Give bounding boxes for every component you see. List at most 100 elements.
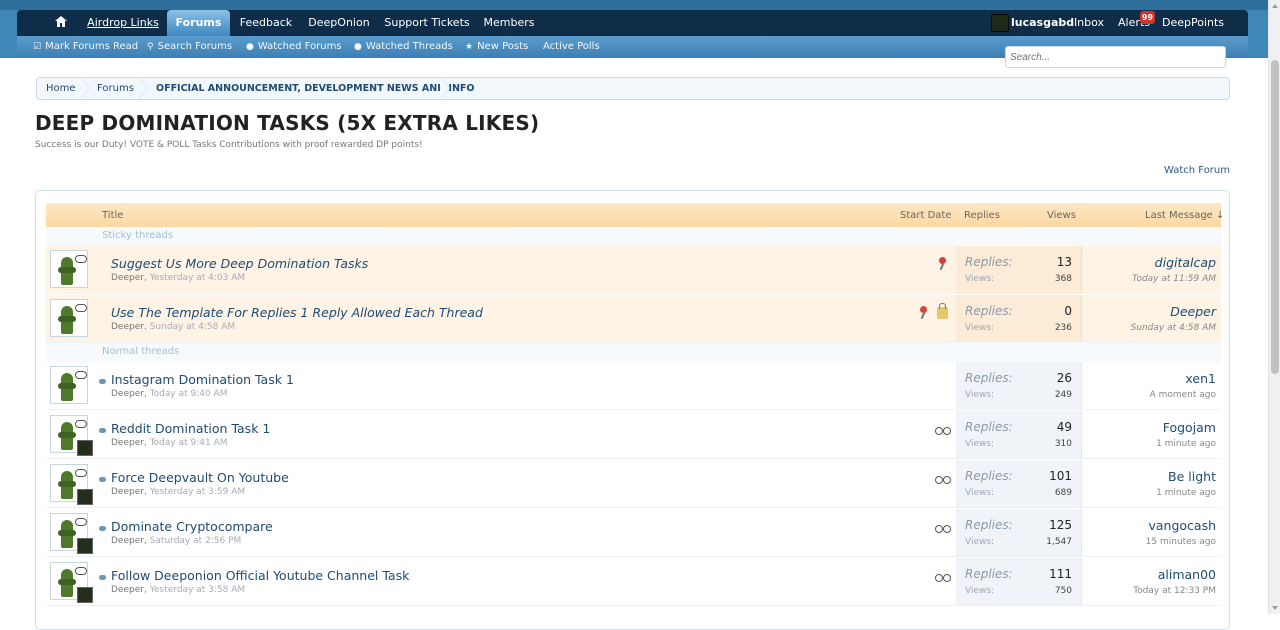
last-post-time[interactable]: Today at 12:33 PM bbox=[1133, 586, 1216, 596]
last-poster-avatar[interactable] bbox=[77, 538, 93, 554]
table-row[interactable]: Use The Template For Replies 1 Reply All… bbox=[46, 295, 1221, 343]
last-poster-avatar[interactable] bbox=[77, 489, 93, 505]
home-tab[interactable] bbox=[45, 10, 75, 36]
user-avatar[interactable] bbox=[991, 14, 1009, 32]
table-row[interactable]: Follow Deeponion Official Youtube Channe… bbox=[46, 558, 1221, 606]
thread-meta: Deeper, Yesterday at 3:59 AM bbox=[111, 487, 246, 497]
thread-title[interactable]: Force Deepvault On Youtube bbox=[111, 470, 289, 485]
scrollbar-thumb[interactable] bbox=[1271, 60, 1279, 374]
views-count: 310 bbox=[1054, 439, 1072, 449]
thread-author[interactable]: Deeper bbox=[111, 438, 144, 448]
mark-forums-read-link[interactable]: ☑ Mark Forums Read bbox=[33, 36, 138, 58]
tab-support-tickets[interactable]: Support Tickets bbox=[384, 10, 470, 36]
last-post-time[interactable]: Sunday at 4:58 AM bbox=[1131, 323, 1216, 333]
main-nav: Airdrop Links Forums Feedback DeepOnion … bbox=[17, 10, 1248, 36]
avatar[interactable] bbox=[50, 250, 88, 288]
last-poster[interactable]: vangocash bbox=[1148, 518, 1216, 533]
column-start-date[interactable]: Start Date bbox=[900, 210, 952, 221]
search-forums-link[interactable]: ⚲ Search Forums bbox=[147, 36, 232, 58]
new-posts-link[interactable]: ★ New Posts bbox=[465, 36, 528, 58]
column-replies[interactable]: Replies bbox=[964, 210, 1000, 221]
avatar[interactable] bbox=[50, 513, 93, 554]
table-row[interactable]: Dominate Cryptocompare Deeper, Saturday … bbox=[46, 509, 1221, 557]
check-square-icon: ☑ bbox=[33, 42, 42, 52]
last-post-time[interactable]: Today at 11:59 AM bbox=[1132, 274, 1216, 284]
breadcrumb-home[interactable]: Home bbox=[46, 78, 76, 99]
deeppoints-link[interactable]: DeepPoints bbox=[1162, 10, 1224, 36]
avatar[interactable] bbox=[50, 464, 93, 505]
last-poster[interactable]: xen1 bbox=[1185, 371, 1216, 386]
preview-glasses-icon[interactable] bbox=[935, 427, 951, 435]
thread-title[interactable]: Use The Template For Replies 1 Reply All… bbox=[111, 305, 483, 320]
thread-author[interactable]: Deeper bbox=[111, 536, 144, 546]
table-row[interactable]: Reddit Domination Task 1 Deeper, Today a… bbox=[46, 411, 1221, 459]
preview-glasses-icon[interactable] bbox=[935, 574, 951, 582]
thread-title[interactable]: Instagram Domination Task 1 bbox=[111, 372, 294, 387]
breadcrumb-separator bbox=[138, 77, 151, 99]
last-poster[interactable]: Fogojam bbox=[1163, 420, 1216, 435]
thread-title[interactable]: Reddit Domination Task 1 bbox=[111, 421, 270, 436]
thread-author[interactable]: Deeper bbox=[111, 487, 144, 497]
last-poster[interactable]: aliman00 bbox=[1158, 567, 1216, 582]
thread-list-header: Title Start Date Replies Views Last Mess… bbox=[46, 203, 1224, 227]
breadcrumb-announcements[interactable]: OFFICIAL ANNOUNCEMENT, DEVELOPMENT NEWS … bbox=[156, 78, 474, 99]
thread-author[interactable]: Deeper bbox=[111, 273, 144, 283]
thread-date: Today at 9:40 AM bbox=[149, 389, 228, 399]
replies-label: Replies: bbox=[965, 420, 1013, 434]
views-label: Views: bbox=[965, 488, 995, 498]
inbox-link[interactable]: Inbox bbox=[1073, 10, 1105, 36]
last-post-time[interactable]: 1 minute ago bbox=[1156, 439, 1216, 449]
watch-forum-link[interactable]: Watch Forum bbox=[1150, 165, 1230, 176]
table-row[interactable]: Suggest Us More Deep Domination Tasks De… bbox=[46, 246, 1221, 294]
preview-glasses-icon[interactable] bbox=[935, 476, 951, 484]
breadcrumb-forums[interactable]: Forums bbox=[97, 78, 134, 99]
scroll-up-icon[interactable] bbox=[1272, 4, 1278, 8]
preview-glasses-icon[interactable] bbox=[935, 525, 951, 533]
last-poster[interactable]: Be light bbox=[1168, 469, 1216, 484]
avatar[interactable] bbox=[50, 415, 93, 456]
header-strip bbox=[0, 0, 1268, 10]
thread-title[interactable]: Follow Deeponion Official Youtube Channe… bbox=[111, 568, 409, 583]
watched-threads-link[interactable]: ● Watched Threads bbox=[354, 36, 453, 58]
tab-airdrop-links[interactable]: Airdrop Links bbox=[87, 10, 159, 36]
column-views[interactable]: Views bbox=[1047, 210, 1076, 221]
last-poster[interactable]: digitalcap bbox=[1155, 255, 1216, 270]
tab-feedback[interactable]: Feedback bbox=[237, 10, 295, 36]
thread-author[interactable]: Deeper bbox=[111, 585, 144, 595]
scroll-down-icon[interactable] bbox=[1272, 606, 1278, 610]
tab-forums[interactable]: Forums bbox=[167, 10, 230, 36]
last-post-time[interactable]: 1 minute ago bbox=[1156, 488, 1216, 498]
last-poster-avatar[interactable] bbox=[77, 440, 93, 456]
active-polls-link[interactable]: Active Polls bbox=[543, 36, 600, 58]
views-label: Views: bbox=[965, 390, 995, 400]
thread-title[interactable]: Suggest Us More Deep Domination Tasks bbox=[111, 256, 368, 271]
user-menu[interactable]: lucasgabd bbox=[1011, 10, 1074, 36]
thread-author[interactable]: Deeper bbox=[111, 389, 144, 399]
thread-author[interactable]: Deeper bbox=[111, 322, 144, 332]
lock-icon bbox=[937, 303, 948, 319]
unread-icon bbox=[99, 526, 106, 531]
table-row[interactable]: Force Deepvault On Youtube Deeper, Yeste… bbox=[46, 460, 1221, 508]
table-row[interactable]: Instagram Domination Task 1 Deeper, Toda… bbox=[46, 362, 1221, 410]
avatar[interactable] bbox=[50, 366, 88, 404]
speech-bubble-icon bbox=[75, 567, 87, 575]
tab-members[interactable]: Members bbox=[483, 10, 535, 36]
thread-title[interactable]: Dominate Cryptocompare bbox=[111, 519, 273, 534]
watched-forums-link[interactable]: ● Watched Forums bbox=[246, 36, 342, 58]
avatar[interactable] bbox=[50, 562, 93, 603]
unread-icon bbox=[99, 575, 106, 580]
column-last-message[interactable]: Last Message ↓ bbox=[1145, 210, 1224, 221]
tab-deeponion[interactable]: DeepOnion bbox=[307, 10, 371, 36]
avatar[interactable] bbox=[50, 299, 88, 337]
speech-bubble-icon bbox=[75, 469, 87, 477]
last-poster-avatar[interactable] bbox=[77, 587, 93, 603]
views-count: 249 bbox=[1054, 390, 1072, 400]
scrollbar[interactable] bbox=[1268, 0, 1280, 614]
last-post-time[interactable]: 15 minutes ago bbox=[1146, 537, 1216, 547]
replies-label: Replies: bbox=[965, 371, 1013, 385]
last-post-time[interactable]: A moment ago bbox=[1150, 390, 1216, 400]
column-title[interactable]: Title bbox=[102, 210, 123, 221]
search-input[interactable] bbox=[1005, 46, 1226, 68]
last-poster[interactable]: Deeper bbox=[1170, 304, 1216, 319]
views-label: Views: bbox=[965, 586, 995, 596]
